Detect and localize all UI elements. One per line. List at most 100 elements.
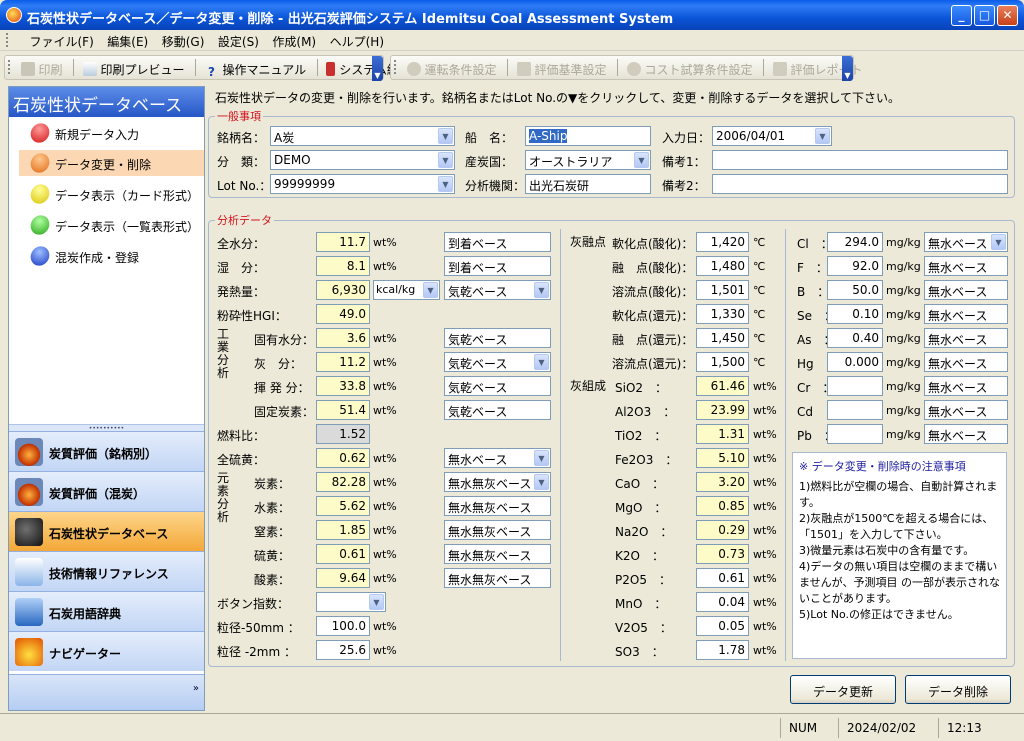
group-tech-reference[interactable]: 技術情報リファレンス xyxy=(9,551,204,591)
country-select[interactable]: オーストラリア ▼ xyxy=(525,150,651,170)
close-button[interactable]: ✕ xyxy=(997,5,1018,26)
note1-input[interactable] xyxy=(712,150,1008,170)
value-input[interactable]: 9.64 xyxy=(316,568,370,588)
basis-field[interactable]: 無水ベース xyxy=(924,280,1008,300)
value-input[interactable]: 0.61 xyxy=(316,544,370,564)
value-input[interactable]: 1.52 xyxy=(316,424,370,444)
basis-field[interactable]: 無水ベース xyxy=(924,352,1008,372)
value-input[interactable]: 1,480 xyxy=(696,256,749,276)
value-input[interactable]: 8.1 xyxy=(316,256,370,276)
cost-conditions-button[interactable]: コスト試算条件設定 xyxy=(624,56,758,79)
org-input[interactable]: 出光石炭研 xyxy=(525,174,651,194)
menu-edit[interactable]: 編集(E) xyxy=(102,30,153,50)
value-input[interactable] xyxy=(827,424,883,444)
basis-field[interactable]: 気乾ベース xyxy=(444,376,551,396)
basis-field[interactable]: 無水無灰ベース xyxy=(444,496,551,516)
brand-select[interactable]: A炭 ▼ xyxy=(270,126,455,146)
value-input[interactable]: 0.000 xyxy=(827,352,883,372)
basis-field[interactable]: 無水ベース xyxy=(924,328,1008,348)
toolbar2-overflow[interactable]: ▼ xyxy=(842,56,853,81)
basis-field[interactable]: 無水ベース ▼ xyxy=(444,448,551,468)
value-input[interactable]: 0.85 xyxy=(696,496,749,516)
value-input[interactable]: 6,930 xyxy=(316,280,370,300)
ship-input[interactable]: A-Ship xyxy=(525,126,651,146)
basis-field[interactable]: 到着ベース xyxy=(444,232,551,252)
toolbar-overflow[interactable]: ▼ xyxy=(372,56,383,81)
value-input[interactable]: 51.4 xyxy=(316,400,370,420)
basis-field[interactable]: 気乾ベース xyxy=(444,328,551,348)
value-input[interactable]: 3.6 xyxy=(316,328,370,348)
value-input[interactable]: 1,330 xyxy=(696,304,749,324)
value-input[interactable]: 33.8 xyxy=(316,376,370,396)
group-brand-evaluation[interactable]: 炭質評価（銘柄別） xyxy=(9,431,204,471)
nav-new-data[interactable]: 新規データ入力 xyxy=(19,119,204,147)
value-input[interactable]: 23.99 xyxy=(696,400,749,420)
value-input[interactable]: 49.0 xyxy=(316,304,370,324)
value-input[interactable]: 1,450 xyxy=(696,328,749,348)
value-input[interactable]: 0.40 xyxy=(827,328,883,348)
basis-field[interactable]: 気乾ベース ▼ xyxy=(444,352,551,372)
value-input[interactable]: 82.28 xyxy=(316,472,370,492)
value-input[interactable]: 11.2 xyxy=(316,352,370,372)
value-input[interactable]: 0.05 xyxy=(696,616,749,636)
value-input[interactable]: 0.73 xyxy=(696,544,749,564)
value-input[interactable]: 11.7 xyxy=(316,232,370,252)
basis-field[interactable]: 無水ベース xyxy=(924,304,1008,324)
value-input[interactable]: 294.0 xyxy=(827,232,883,252)
group-glossary[interactable]: 石炭用語辞典 xyxy=(9,591,204,631)
maximize-button[interactable]: □ xyxy=(974,5,995,26)
value-input[interactable]: 1.85 xyxy=(316,520,370,540)
basis-field[interactable]: 無水ベース xyxy=(924,256,1008,276)
value-input[interactable]: 5.10 xyxy=(696,448,749,468)
basis-field[interactable]: 気乾ベース xyxy=(444,400,551,420)
value-input[interactable] xyxy=(827,400,883,420)
minimize-button[interactable]: _ xyxy=(951,5,972,26)
menu-create[interactable]: 作成(M) xyxy=(267,30,321,50)
nav-list-view[interactable]: データ表示（一覧表形式） xyxy=(19,211,204,239)
menu-file[interactable]: ファイル(F) xyxy=(25,30,99,50)
value-input[interactable]: 5.62 xyxy=(316,496,370,516)
value-input[interactable]: 0.04 xyxy=(696,592,749,612)
value-input[interactable]: 100.0 xyxy=(316,616,370,636)
value-input[interactable]: 1.78 xyxy=(696,640,749,660)
print-button[interactable]: 印刷 xyxy=(18,56,68,79)
delete-button[interactable]: データ削除 xyxy=(905,675,1011,704)
value-input[interactable]: 25.6 xyxy=(316,640,370,660)
lot-select[interactable]: 99999999 ▼ xyxy=(270,174,455,194)
button-index-select[interactable]: ▼ xyxy=(316,592,386,612)
value-input[interactable]: 1.31 xyxy=(696,424,749,444)
menu-go[interactable]: 移動(G) xyxy=(157,30,210,50)
class-select[interactable]: DEMO ▼ xyxy=(270,150,455,170)
basis-field[interactable]: 到着ベース xyxy=(444,256,551,276)
nav-card-view[interactable]: データ表示（カード形式） xyxy=(19,180,204,208)
value-input[interactable]: 1,420 xyxy=(696,232,749,252)
value-input[interactable]: 0.10 xyxy=(827,304,883,324)
basis-field[interactable]: 無水無灰ベース xyxy=(444,568,551,588)
nav-edit-delete[interactable]: データ変更・削除 xyxy=(19,149,204,177)
value-input[interactable]: 50.0 xyxy=(827,280,883,300)
group-blend-evaluation[interactable]: 炭質評価（混炭） xyxy=(9,471,204,511)
basis-field[interactable]: 無水無灰ベース ▼ xyxy=(444,472,551,492)
basis-field[interactable]: 無水ベース xyxy=(924,424,1008,444)
group-navigator[interactable]: ナビゲーター xyxy=(9,631,204,671)
value-input[interactable]: 0.61 xyxy=(696,568,749,588)
value-input[interactable] xyxy=(827,376,883,396)
value-input[interactable]: 61.46 xyxy=(696,376,749,396)
basis-field[interactable]: 無水無灰ベース xyxy=(444,520,551,540)
value-input[interactable]: 3.20 xyxy=(696,472,749,492)
basis-field[interactable]: 無水ベース ▼ xyxy=(924,232,1008,252)
value-input[interactable]: 92.0 xyxy=(827,256,883,276)
note2-input[interactable] xyxy=(712,174,1008,194)
value-input[interactable]: 0.62 xyxy=(316,448,370,468)
operating-conditions-button[interactable]: 運転条件設定 xyxy=(404,56,502,79)
nav-blend[interactable]: 混炭作成・登録 xyxy=(19,242,204,270)
menu-settings[interactable]: 設定(S) xyxy=(213,30,264,50)
manual-button[interactable]: ? 操作マニュアル xyxy=(202,56,312,79)
update-button[interactable]: データ更新 xyxy=(790,675,896,704)
basis-field[interactable]: 無水ベース xyxy=(924,376,1008,396)
sidebar-more-button[interactable]: » xyxy=(193,683,199,694)
sidebar-splitter[interactable]: •••••••••• xyxy=(9,424,204,432)
unit-select[interactable]: kcal/kg ▼ xyxy=(373,280,440,300)
criteria-button[interactable]: 評価基準設定 xyxy=(514,56,612,79)
print-preview-button[interactable]: 印刷プレビュー xyxy=(80,56,190,79)
